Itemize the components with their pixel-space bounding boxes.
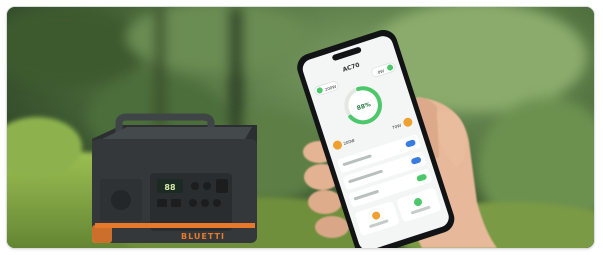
power-station: 88 BLUETTI: [92, 113, 257, 243]
brand-logo-text: BLUETTI: [181, 232, 225, 241]
accent-stripe: [95, 223, 255, 228]
power-display-reading: 88: [164, 183, 176, 192]
product-photo: 88 BLUETTI AC70 200W 0W 88% 200W 70W: [7, 7, 594, 248]
product-image-card: 88 BLUETTI AC70 200W 0W 88% 200W 70W: [7, 7, 594, 248]
